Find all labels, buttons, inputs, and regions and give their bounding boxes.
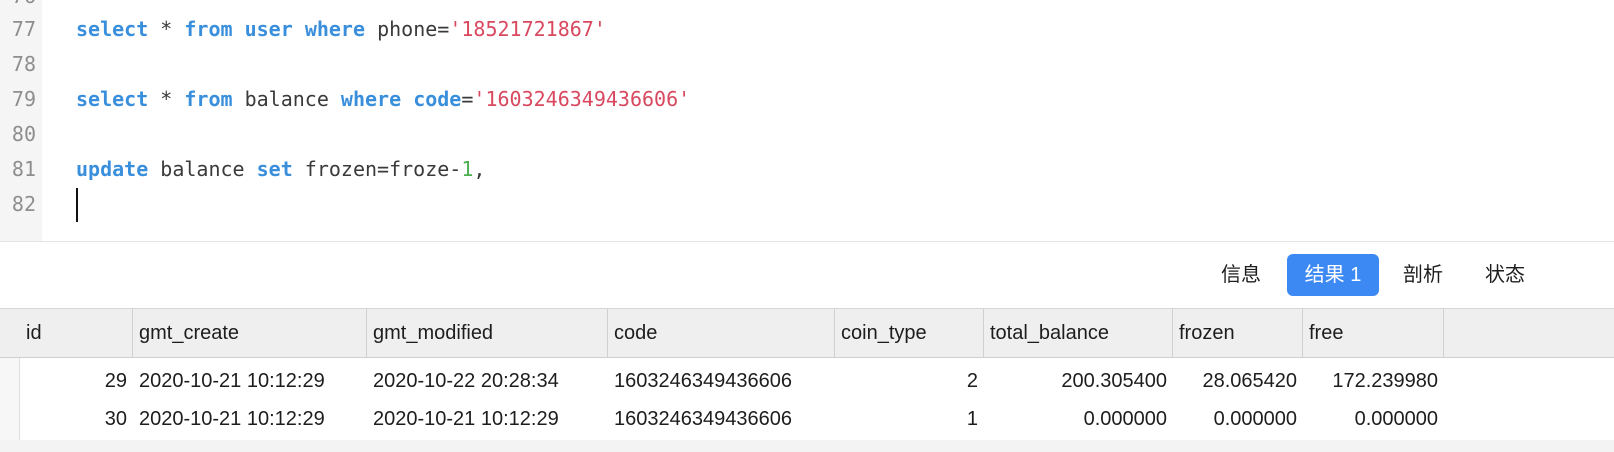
sql-keyword: set [256,157,293,181]
result-tab-bar: 信息 结果 1 剖析 状态 [0,242,1614,308]
sql-keyword: where [304,17,366,41]
code-line[interactable]: 77 select * from user where phone='18521… [0,11,1614,47]
cell-gmt-modified[interactable]: 2020-10-21 10:12:29 [367,400,608,438]
code-line[interactable]: 78 [0,46,1614,82]
cell-frozen[interactable]: 28.065420 [1173,362,1303,400]
tab-result-1[interactable]: 结果 1 [1287,254,1379,296]
sql-keyword: select [76,17,149,41]
sql-number: 1 [461,157,474,181]
cell-total-balance[interactable]: 200.305400 [984,362,1173,400]
cell-free[interactable]: 172.239980 [1303,362,1444,400]
sql-string: '18521721867' [449,17,606,41]
sql-keyword: select [76,87,149,111]
sql-keyword: from [184,17,233,41]
sql-string: '1603246349436606' [473,87,691,111]
code-line[interactable]: 82 [0,186,1614,222]
grid-header: id gmt_create gmt_modified code coin_typ… [0,308,1614,358]
code-line[interactable]: 79 select * from balance where code='160… [0,81,1614,117]
cell-code[interactable]: 1603246349436606 [608,400,835,438]
code-line[interactable]: 80 [0,116,1614,152]
column-header-frozen[interactable]: frozen [1173,309,1303,357]
cell-gmt-modified[interactable]: 2020-10-22 20:28:34 [367,362,608,400]
sql-text: * [148,17,185,41]
tab-status[interactable]: 状态 [1470,254,1540,296]
cell-id[interactable]: 30 [20,400,133,438]
sql-keyword: user [244,17,293,41]
sql-text: , [473,157,486,181]
column-header-id[interactable]: id [20,309,133,357]
cell-frozen[interactable]: 0.000000 [1173,400,1303,438]
column-header-total-balance[interactable]: total_balance [984,309,1173,357]
line-number: 78 [11,52,36,76]
sql-keyword: code [413,87,462,111]
sql-keyword: where [340,87,402,111]
line-number: 81 [11,157,36,181]
cell-code[interactable]: 1603246349436606 [608,362,835,400]
table-row[interactable]: 30 2020-10-21 10:12:29 2020-10-21 10:12:… [0,400,1614,438]
sql-keyword: update [76,157,149,181]
line-number: 82 [11,192,36,216]
column-header-gmt-create[interactable]: gmt_create [133,309,367,357]
tab-info[interactable]: 信息 [1206,254,1276,296]
cell-coin-type[interactable]: 2 [835,362,984,400]
code-line[interactable]: 81 update balance set frozen=froze-1, [0,151,1614,187]
cell-gmt-create[interactable]: 2020-10-21 10:12:29 [133,362,367,400]
sql-text: = [461,87,474,111]
result-grid: id gmt_create gmt_modified code coin_typ… [0,308,1614,452]
cell-free[interactable]: 0.000000 [1303,400,1444,438]
cell-gmt-create[interactable]: 2020-10-21 10:12:29 [133,400,367,438]
sql-editor[interactable]: 76 77 select * from user where phone='18… [0,0,1614,242]
column-header-free[interactable]: free [1303,309,1444,357]
cell-total-balance[interactable]: 0.000000 [984,400,1173,438]
tab-profile[interactable]: 剖析 [1388,254,1458,296]
sql-text: * [148,87,185,111]
text-cursor [76,188,78,222]
line-number: 77 [11,17,36,41]
sql-text: balance [232,87,341,111]
code-text[interactable]: select * from balance where code='160324… [76,81,690,117]
table-row[interactable]: 29 2020-10-21 10:12:29 2020-10-22 20:28:… [0,362,1614,400]
grid-footer [0,440,1614,452]
code-text[interactable]: select * from user where phone='18521721… [76,11,606,47]
sql-keyword: from [184,87,233,111]
sql-text: balance [148,157,257,181]
sql-text: phone= [365,17,450,41]
line-number: 79 [11,87,36,111]
column-header-gmt-modified[interactable]: gmt_modified [367,309,608,357]
column-header-code[interactable]: code [608,309,835,357]
column-header-coin-type[interactable]: coin_type [835,309,984,357]
cell-id[interactable]: 29 [20,362,133,400]
line-number: 80 [11,122,36,146]
sql-text: frozen=froze- [292,157,462,181]
code-text[interactable]: update balance set frozen=froze-1, [76,151,485,187]
cell-coin-type[interactable]: 1 [835,400,984,438]
